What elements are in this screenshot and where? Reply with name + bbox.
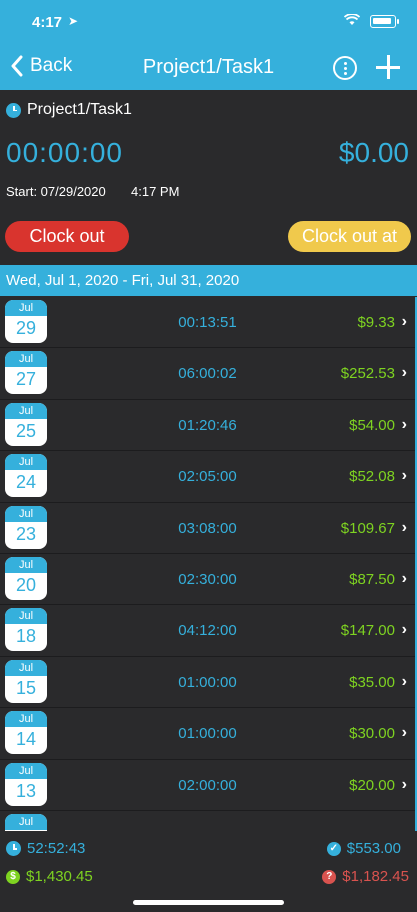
chevron-right-icon: › <box>401 364 407 382</box>
entry-amount: $9.33 <box>357 314 395 331</box>
entry-amount: $87.50 <box>349 570 395 588</box>
status-bar: 4:17 ➤ <box>0 0 417 46</box>
total-earned: $ $1,430.45 <box>6 868 93 885</box>
total-unpaid-value: $1,182.45 <box>342 868 409 885</box>
clock-icon <box>6 841 21 856</box>
more-options-icon[interactable] <box>333 56 357 80</box>
list-item[interactable]: Jul 23 03:08:00 $109.67 › <box>0 503 415 554</box>
wifi-icon <box>343 13 361 29</box>
elapsed-timer: 00:00:00 <box>6 137 123 168</box>
list-item[interactable]: Jul 14 01:00:00 $30.00 › <box>0 708 415 760</box>
chevron-right-icon: › <box>401 621 407 639</box>
list-item[interactable]: Jul 15 01:00:00 $35.00 › <box>0 657 415 709</box>
dollar-icon: $ <box>6 869 20 884</box>
list-item[interactable]: Jul <box>0 811 415 831</box>
chevron-right-icon: › <box>401 415 407 433</box>
entry-amount: $147.00 <box>340 622 395 640</box>
battery-tip-icon <box>397 19 399 24</box>
total-unpaid: ? $1,182.45 <box>322 868 409 885</box>
back-button[interactable]: Back <box>10 55 72 77</box>
entry-duration: 00:13:51 <box>178 314 237 331</box>
nav-bar: Back Project1/Task1 <box>0 46 417 90</box>
chevron-right-icon: › <box>401 569 407 587</box>
total-time: 52:52:43 <box>6 840 85 857</box>
totals-footer: 52:52:43 ✓ $553.00 $ $1,430.45 ? $1,182.… <box>0 831 417 912</box>
status-indicators <box>343 13 399 29</box>
list-item[interactable]: Jul 20 02:30:00 $87.50 › <box>0 554 415 606</box>
start-date: Start: 07/29/2020 <box>6 184 106 199</box>
entry-amount: $30.00 <box>349 725 395 743</box>
add-icon[interactable] <box>375 54 401 80</box>
entry-amount: $109.67 <box>340 519 395 537</box>
list-item[interactable]: Jul 25 01:20:46 $54.00 › <box>0 400 415 452</box>
battery-icon <box>370 15 396 28</box>
total-paid: ✓ $553.00 <box>326 840 401 857</box>
list-item[interactable]: Jul 13 02:00:00 $20.00 › <box>0 760 415 811</box>
list-item[interactable]: Jul 24 02:05:00 $52.08 › <box>0 451 415 503</box>
start-time: 4:17 PM <box>131 184 180 199</box>
chevron-right-icon: › <box>401 672 407 690</box>
task-header: Project1/Task1 <box>6 101 132 119</box>
chevron-right-icon: › <box>401 724 407 742</box>
calendar-month: Jul <box>5 813 47 830</box>
current-amount: $0.00 <box>338 137 409 168</box>
home-indicator <box>133 900 284 905</box>
entry-amount: $20.00 <box>349 776 395 794</box>
date-range-header[interactable]: Wed, Jul 1, 2020 - Fri, Jul 31, 2020 <box>0 265 417 296</box>
clock-out-at-button[interactable]: Clock out at <box>288 221 411 252</box>
location-icon: ➤ <box>68 14 79 28</box>
entries-list[interactable]: Jul 29 00:13:51 $9.33 › Jul 27 06:00:02 … <box>0 297 417 831</box>
back-label: Back <box>30 55 73 76</box>
entry-amount: $52.08 <box>349 468 395 486</box>
clock-icon <box>6 102 21 118</box>
entry-amount: $35.00 <box>349 673 395 691</box>
list-item[interactable]: Jul 18 04:12:00 $147.00 › <box>0 605 415 657</box>
total-time-value: 52:52:43 <box>27 840 86 857</box>
calendar-icon: Jul <box>5 813 47 831</box>
chevron-right-icon: › <box>401 467 407 485</box>
clock-out-button[interactable]: Clock out <box>5 221 129 252</box>
total-earned-value: $1,430.45 <box>26 868 93 885</box>
chevron-right-icon: › <box>401 313 407 330</box>
chevron-right-icon: › <box>401 518 407 536</box>
question-icon: ? <box>322 869 337 884</box>
list-item[interactable]: Jul 27 06:00:02 $252.53 › <box>0 348 415 400</box>
total-paid-value: $553.00 <box>346 840 401 857</box>
status-time: 4:17 <box>32 14 63 31</box>
entry-amount: $54.00 <box>349 416 395 434</box>
list-item[interactable]: Jul 29 00:13:51 $9.33 › <box>0 297 415 349</box>
chevron-left-icon <box>11 55 23 77</box>
task-name: Project1/Task1 <box>27 101 132 118</box>
check-icon: ✓ <box>326 841 341 856</box>
chevron-right-icon: › <box>401 775 407 793</box>
entry-amount: $252.53 <box>340 365 395 383</box>
date-range-label: Wed, Jul 1, 2020 - Fri, Jul 31, 2020 <box>6 272 240 289</box>
